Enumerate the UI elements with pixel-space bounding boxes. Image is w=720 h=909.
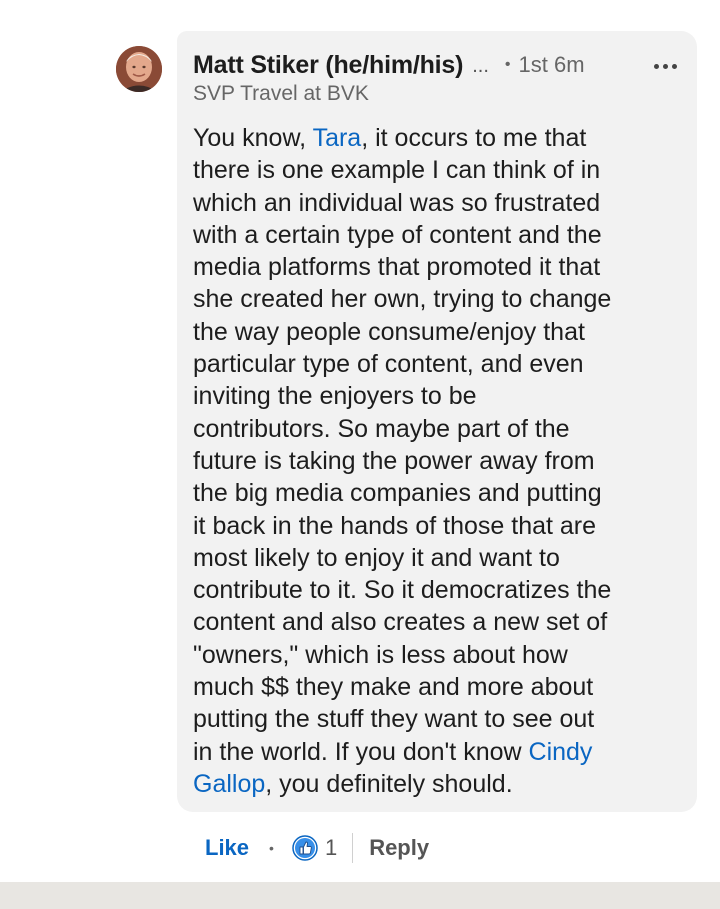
- like-reaction-icon[interactable]: [292, 835, 318, 861]
- comment-text: with a certain type of content and the: [193, 220, 602, 249]
- comment-line: with a certain type of content and the: [193, 219, 688, 251]
- comment-text: the big media companies and putting: [193, 479, 602, 508]
- comment-line: content and also creates a new set of: [193, 606, 688, 638]
- comment-text: it back in the hands of those that are: [193, 511, 597, 540]
- bottom-bar: [0, 882, 720, 909]
- comment-line: media platforms that promoted it that: [193, 251, 688, 283]
- comment-text: there is one example I can think of in: [193, 156, 601, 185]
- comment-text: inviting the enjoyers to be: [193, 382, 477, 411]
- more-options-button[interactable]: [650, 56, 680, 76]
- comment-text: contributors. So maybe part of the: [193, 414, 570, 443]
- comment-line: there is one example I can think of in: [193, 154, 688, 186]
- comment-line: much $$ they make and more about: [193, 671, 688, 703]
- comment-line: it back in the hands of those that are: [193, 510, 688, 542]
- comment-line: she created her own, trying to change: [193, 283, 688, 315]
- comment-actions: Like • 1 Reply: [205, 828, 429, 868]
- comment-text: much $$ they make and more about: [193, 673, 594, 702]
- mention-link[interactable]: Gallop: [193, 770, 265, 798]
- more-dot: [662, 63, 668, 69]
- comment-line: Gallop, you definitely should.: [193, 768, 688, 800]
- avatar[interactable]: [116, 46, 162, 92]
- cropped-link-fragment: [255, 0, 345, 4]
- reaction-count[interactable]: 1: [325, 835, 337, 861]
- comment-text: , it occurs to me that: [361, 124, 587, 152]
- comment-line: future is taking the power away from: [193, 445, 688, 477]
- comment-text: content and also creates a new set of: [193, 608, 608, 637]
- comment-line: in the world. If you don't know Cindy: [193, 736, 688, 768]
- comment-line: You know, Tara, it occurs to me that: [193, 122, 688, 154]
- separator-dot: •: [504, 56, 511, 73]
- comment-text: future is taking the power away from: [193, 446, 595, 475]
- comment-text: in the world. If you don't know: [193, 737, 529, 766]
- comment-line: particular type of content, and even: [193, 348, 688, 380]
- comment-line: which an individual was so frustrated: [193, 187, 688, 219]
- reply-button[interactable]: Reply: [369, 835, 429, 861]
- comment-text: the way people consume/enjoy that: [193, 317, 585, 346]
- comment-text: media platforms that promoted it that: [193, 253, 601, 282]
- comment-text: putting the stuff they want to see out: [193, 705, 595, 734]
- comment-line: putting the stuff they want to see out: [193, 703, 688, 735]
- separator-dot: •: [269, 840, 274, 856]
- comment-body: You know, Tara, it occurs to me that ther…: [193, 122, 688, 800]
- name-truncation: ...: [472, 54, 489, 77]
- comment-line: contribute to it. So it democratizes the: [193, 574, 688, 606]
- mention-link[interactable]: Cindy: [529, 738, 593, 766]
- comment-text: contribute to it. So it democratizes the: [193, 576, 612, 605]
- comment-text: particular type of content, and even: [193, 350, 584, 379]
- like-button[interactable]: Like: [205, 835, 249, 861]
- comment-text: You know,: [193, 124, 313, 152]
- comment-text: "owners," which is less about how: [193, 640, 568, 669]
- comment-text: most likely to enjoy it and want to: [193, 543, 560, 572]
- comment-line: contributors. So maybe part of the: [193, 413, 688, 445]
- author-row: Matt Stiker (he/him/his) ... • 1st 6m: [193, 48, 688, 82]
- avatar-photo-icon: [116, 46, 162, 92]
- comment-line: "owners," which is less about how: [193, 639, 688, 671]
- comment-line: most likely to enjoy it and want to: [193, 542, 688, 574]
- more-dot: [671, 63, 677, 69]
- comment-text: , you definitely should.: [265, 769, 513, 798]
- comment-text: she created her own, trying to change: [193, 285, 612, 314]
- comment-screen: Matt Stiker (he/him/his) ... • 1st 6m SV…: [0, 0, 720, 909]
- comment-text: which an individual was so frustrated: [193, 188, 601, 217]
- comment-line: the big media companies and putting: [193, 477, 688, 509]
- mention-link[interactable]: Tara: [313, 124, 362, 152]
- comment-line: the way people consume/enjoy that: [193, 316, 688, 348]
- action-divider: [352, 833, 354, 863]
- more-dot: [653, 63, 659, 69]
- author-name[interactable]: Matt Stiker (he/him/his): [193, 51, 463, 80]
- comment-line: inviting the enjoyers to be: [193, 380, 688, 412]
- author-headline: SVP Travel at BVK: [193, 82, 369, 105]
- connection-degree-time: 1st 6m: [518, 52, 585, 77]
